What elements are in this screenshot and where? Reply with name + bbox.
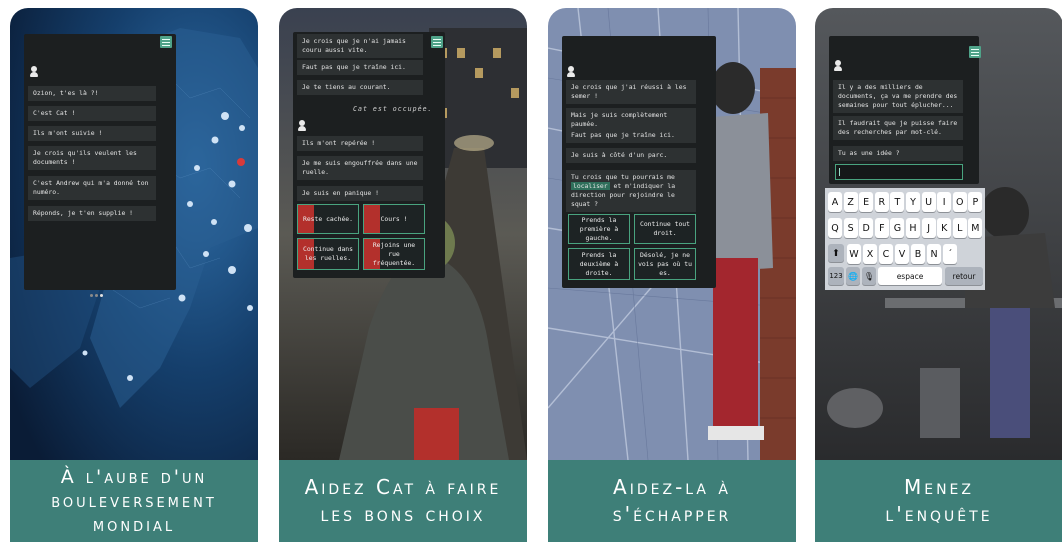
- choice-button[interactable]: Continue dans les ruelles.: [297, 238, 359, 270]
- page-indicator: [90, 282, 105, 301]
- chat-message: Je suis en panique !: [297, 186, 423, 201]
- chat-message-location-request: Tu crois que tu pourrais me localiser et…: [566, 170, 696, 212]
- caption-line: À l'aube d'un: [60, 466, 208, 488]
- chat-message: Je me suis engouffrée dans une ruelle.: [297, 156, 423, 180]
- chat-message: Ozion, t'es là ?!: [28, 86, 156, 101]
- numbers-key[interactable]: 123: [828, 267, 844, 285]
- chat-message: C'est Andrew qui m'a donné ton numéro.: [28, 176, 156, 200]
- chat-message: Je crois qu'ils veulent les documents !: [28, 146, 156, 170]
- screenshot-card-3: Je crois que j'ai réussi à les semer ! M…: [548, 8, 796, 542]
- caption-line: l'enquête: [885, 502, 993, 526]
- key-e[interactable]: E: [859, 192, 874, 212]
- caption-line: Aidez Cat à faire: [304, 475, 502, 499]
- chat-message: Ils m'ont suivie !: [28, 126, 156, 141]
- return-key[interactable]: retour: [945, 267, 983, 285]
- screenshot-card-4: Il y a des milliers de documents, ça va …: [815, 8, 1062, 542]
- key-t[interactable]: T: [890, 192, 905, 212]
- menu-icon[interactable]: [160, 36, 172, 48]
- key-d[interactable]: D: [859, 218, 874, 238]
- choice-button[interactable]: Reste cachée.: [297, 204, 359, 234]
- key-q[interactable]: Q: [828, 218, 842, 238]
- chat-message: Ils m'ont repérée !: [297, 136, 423, 151]
- key-f[interactable]: F: [874, 218, 889, 238]
- chat-message: Faut pas que je traîne ici.: [297, 60, 423, 75]
- key-z[interactable]: Z: [843, 192, 858, 212]
- chat-window: Je crois que je n'ai jamais couru aussi …: [293, 32, 445, 278]
- caption-line: les bons choix: [320, 502, 486, 526]
- card-caption: Aidez-la à s'échapper: [548, 460, 796, 542]
- choice-button[interactable]: Prends la première à gauche.: [568, 214, 630, 244]
- caption-line: s'échapper: [612, 502, 732, 526]
- chat-message: Je crois que je n'ai jamais couru aussi …: [297, 34, 423, 58]
- key-a[interactable]: A: [828, 192, 842, 212]
- screenshot-card-1: Ozion, t'es là ?! C'est Cat ! Ils m'ont …: [10, 8, 258, 542]
- card-caption: À l'aube d'un bouleversement mondial: [10, 460, 258, 542]
- chat-message: Je crois que j'ai réussi à les semer !: [566, 80, 696, 104]
- screenshot-card-2: Je crois que je n'ai jamais couru aussi …: [279, 8, 527, 542]
- contact-avatar-icon: [833, 60, 843, 72]
- chat-message: Réponds, je t'en supplie !: [28, 206, 156, 221]
- key-g[interactable]: G: [890, 218, 905, 238]
- chat-message: Je te tiens au courant.: [297, 80, 423, 95]
- choice-button[interactable]: Désolé, je ne vois pas où tu es.: [634, 248, 696, 280]
- shift-key[interactable]: ⬆: [828, 244, 844, 262]
- key-w[interactable]: W: [847, 244, 861, 264]
- key-r[interactable]: R: [874, 192, 889, 212]
- key-p[interactable]: P: [968, 192, 983, 212]
- card-caption: Menez l'enquête: [815, 460, 1062, 542]
- chat-message: Il y a des milliers de documents, ça va …: [833, 80, 963, 113]
- key-u[interactable]: U: [921, 192, 936, 212]
- chat-message: Il faudrait que je puisse faire des rech…: [833, 116, 963, 140]
- menu-icon[interactable]: [431, 36, 443, 48]
- key-l[interactable]: L: [952, 218, 967, 238]
- on-screen-keyboard: AZERTYUIOP QSDFGHJKLM W X C V B N ´ ⬆ 123 🌐 🎙 …: [825, 188, 985, 290]
- choice-button[interactable]: Rejoins une rue fréquentée.: [363, 238, 425, 270]
- key-o[interactable]: O: [952, 192, 967, 212]
- chat-window: Je crois que j'ai réussi à les semer ! M…: [562, 36, 716, 288]
- key-b[interactable]: B: [911, 244, 925, 264]
- key-i[interactable]: I: [937, 192, 952, 212]
- choice-button[interactable]: Cours !: [363, 204, 425, 234]
- key-k[interactable]: K: [937, 218, 952, 238]
- key-accent[interactable]: ´: [943, 244, 957, 264]
- key-v[interactable]: V: [895, 244, 909, 264]
- contact-avatar-icon: [566, 66, 576, 78]
- message-text: Tu crois que tu pourrais me: [571, 173, 675, 181]
- caption-line: mondial: [92, 514, 176, 536]
- key-s[interactable]: S: [843, 218, 858, 238]
- menu-icon[interactable]: [969, 46, 981, 58]
- key-x[interactable]: X: [863, 244, 877, 264]
- chat-message: Faut pas que je traîne ici.: [566, 128, 696, 143]
- chat-message: Je suis à côté d'un parc.: [566, 148, 696, 163]
- key-n[interactable]: N: [927, 244, 941, 264]
- localiser-keyword[interactable]: localiser: [571, 182, 610, 190]
- contact-avatar-icon: [297, 120, 307, 132]
- key-y[interactable]: Y: [906, 192, 920, 212]
- microphone-icon[interactable]: 🎙: [862, 267, 876, 285]
- chat-window: Il y a des milliers de documents, ça va …: [829, 36, 981, 184]
- key-j[interactable]: J: [921, 218, 936, 238]
- space-key[interactable]: espace: [878, 267, 942, 285]
- contact-avatar-icon: [29, 66, 39, 78]
- chat-message: Tu as une idée ?: [833, 146, 963, 161]
- globe-icon[interactable]: 🌐: [846, 267, 860, 285]
- card-caption: Aidez Cat à faire les bons choix: [279, 460, 527, 542]
- chat-input-field[interactable]: [835, 164, 963, 180]
- choice-button[interactable]: Continue tout droit.: [634, 214, 696, 244]
- key-m[interactable]: M: [968, 218, 983, 238]
- caption-line: bouleversement: [51, 490, 217, 512]
- chat-message: C'est Cat !: [28, 106, 156, 121]
- caption-line: Menez: [903, 475, 974, 499]
- typing-status: Cat est occupée.: [353, 105, 433, 113]
- chat-window: Ozion, t'es là ?! C'est Cat ! Ils m'ont …: [24, 34, 176, 297]
- caption-line: Aidez-la à: [613, 475, 731, 499]
- choice-button[interactable]: Prends la deuxième à droite.: [568, 248, 630, 280]
- key-c[interactable]: C: [879, 244, 893, 264]
- key-h[interactable]: H: [906, 218, 920, 238]
